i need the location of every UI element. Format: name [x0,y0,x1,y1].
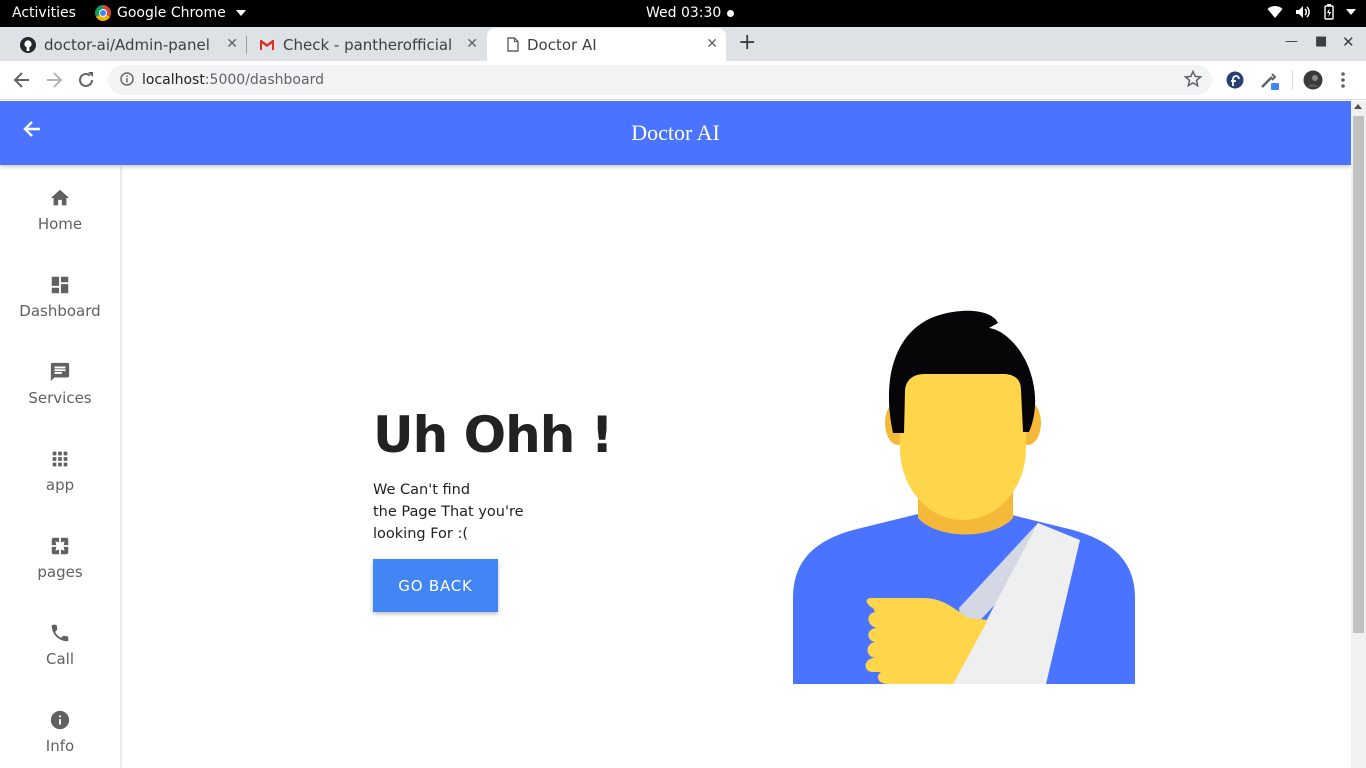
error-message-line: looking For :( [373,526,469,542]
pages-icon [51,537,69,555]
tab-doctor-ai[interactable]: Doctor AI ✕ [487,28,726,61]
new-tab-button[interactable]: + [738,32,756,54]
sidebar-item-info[interactable]: Info [0,709,120,768]
app-name: Google Chrome [117,5,226,21]
close-icon[interactable]: ✕ [466,36,478,52]
app-title: Doctor AI [631,120,720,145]
app-menu[interactable]: Google Chrome [95,5,246,21]
tab-title: Check - pantherofficial404 [283,35,453,54]
maximize-button[interactable]: ■ [1315,34,1327,49]
back-arrow-icon[interactable] [12,70,32,90]
error-message: We Can't find the Page That you're looki… [373,479,553,545]
url-host: localhost [142,72,205,88]
tab-title: Doctor AI [527,35,597,54]
sidebar-item-label: pages [37,563,83,581]
avatar[interactable] [1303,70,1323,90]
url-path: :5000/dashboard [204,72,324,88]
activities-button[interactable]: Activities [12,5,76,21]
reload-icon[interactable] [76,70,96,90]
notification-dot-icon [727,9,735,17]
apps-grid-icon [52,451,68,467]
close-window-button[interactable]: ✕ [1342,33,1355,51]
chrome-icon [95,5,111,21]
phone-icon [51,624,69,642]
fedora-extension-icon[interactable] [1226,71,1244,89]
system-top-bar: Activities Google Chrome Wed 03:30 [0,0,1366,27]
error-message-line: the Page That you're [373,504,524,520]
error-heading: Uh Ohh ! [373,406,614,464]
error-heading-wrap: Uh Ohh ! [373,406,614,464]
browser-toolbar: localhost:5000/dashboard [0,61,1366,100]
sidebar-item-label: Home [37,215,83,233]
dashboard-icon [51,276,69,294]
tab-gmail[interactable]: Check - pantherofficial404 ✕ [239,28,486,61]
chat-icon [50,362,70,382]
wifi-icon [1267,6,1283,19]
more-options-icon[interactable] [1340,71,1346,89]
scroll-up-arrow-icon[interactable] [1354,104,1362,109]
home-icon [50,189,70,206]
battery-icon [1324,4,1334,20]
chevron-down-icon [1346,9,1356,15]
sidebar-item-services[interactable]: Services [0,361,120,441]
error-message-line: We Can't find [373,482,471,498]
info-icon [50,710,70,730]
app-bar: Doctor AI [0,101,1351,165]
sidebar-item-label: Call [45,650,74,668]
go-back-button[interactable]: GO BACK [373,559,498,612]
minimize-button[interactable]: — [1285,34,1298,49]
github-icon [20,36,36,53]
sidebar-item-dashboard[interactable]: Dashboard [0,274,120,354]
tab-github[interactable]: doctor-ai/Admin-panel ✕ [0,28,246,61]
sidebar-item-label: Info [45,737,75,755]
clock-text: Wed 03:30 [646,5,722,21]
sidebar-item-app[interactable]: app [0,448,120,528]
injured-person-illustration [793,310,1135,684]
clock[interactable]: Wed 03:30 [646,5,735,21]
sidebar-item-label: Services [28,389,92,407]
gmail-icon [260,39,274,50]
sidebar-item-home[interactable]: Home [0,187,120,267]
close-icon[interactable]: ✕ [226,36,238,52]
side-navigation: Home Dashboard Services app pages Call I… [0,165,120,768]
toolbar-divider [1292,70,1293,90]
bookmark-star-icon[interactable] [1184,70,1202,88]
dev-tools-extension-icon[interactable] [1260,71,1280,91]
sidebar-item-label: Dashboard [19,302,101,320]
address-bar[interactable]: localhost:5000/dashboard [108,65,1212,95]
page-icon [507,37,519,52]
sidebar-item-label: app [45,476,75,494]
close-icon[interactable]: ✕ [706,36,718,52]
web-page: Doctor AI Home Dashboard Services app pa… [0,101,1351,768]
system-tray[interactable] [1267,4,1356,20]
chevron-down-icon [235,10,246,16]
info-icon[interactable] [120,72,134,86]
sidebar-item-call[interactable]: Call [0,622,120,702]
url-text: localhost:5000/dashboard [142,72,324,88]
tab-strip: doctor-ai/Admin-panel ✕ Check - panthero… [0,27,1366,61]
page-scrollbar[interactable] [1351,101,1366,768]
scrollbar-thumb[interactable] [1353,116,1364,633]
tab-title: doctor-ai/Admin-panel [44,35,210,54]
volume-icon [1296,6,1310,18]
sidebar-item-pages[interactable]: pages [0,535,120,615]
forward-arrow-icon[interactable] [44,70,64,90]
